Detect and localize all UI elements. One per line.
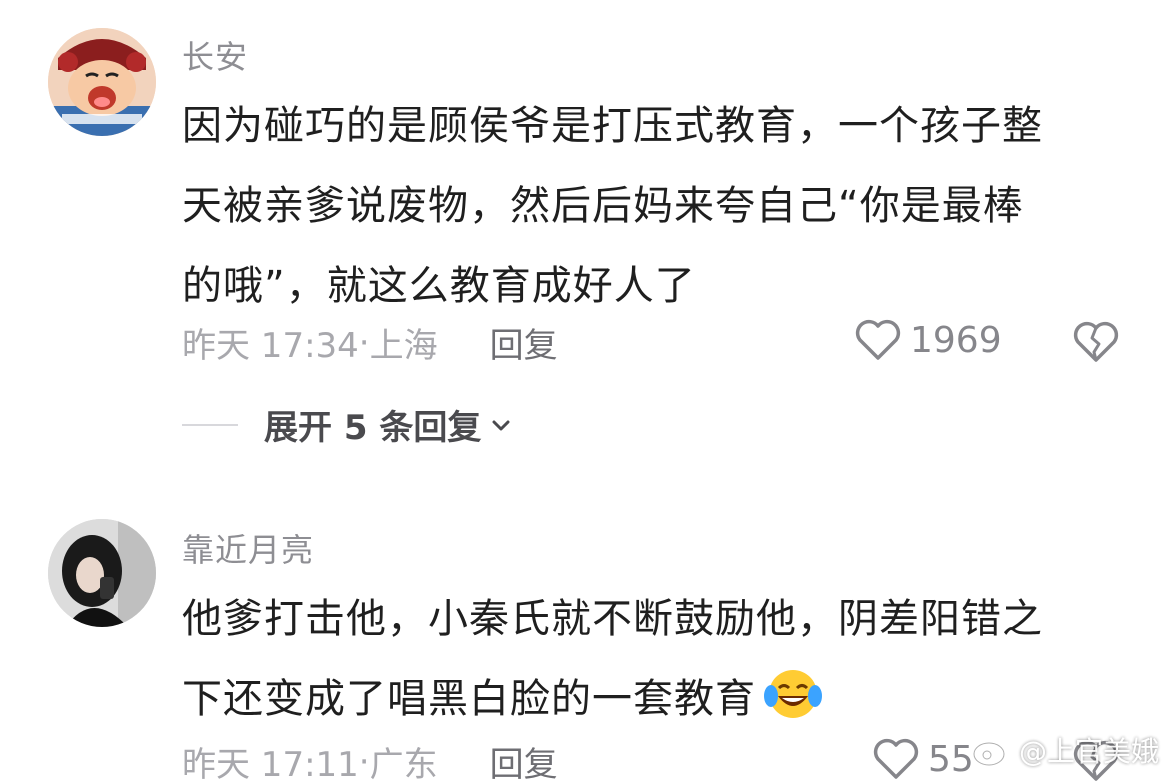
comment-meta: 昨天 17:34 · 上海 回复 [182, 318, 558, 367]
comment-username[interactable]: 长安 [182, 32, 248, 78]
comment-location: 广东 [369, 745, 438, 784]
expand-replies-label: 展开 5 条回复 [264, 408, 482, 448]
heart-outline-icon [855, 319, 901, 360]
comment-time: 昨天 17:11 [182, 745, 359, 784]
comment-text-line: 他爹打击他，小秦氏就不断鼓励他，阴差阳错之 [182, 596, 1043, 642]
reply-button[interactable]: 回复 [490, 737, 558, 784]
cartoon-avatar-icon [48, 28, 156, 136]
comment-text-line: 的哦”，就这么教育成好人了 [182, 263, 696, 309]
comment-text-line: 下还变成了唱黑白脸的一套教育 [182, 659, 1122, 739]
divider-line [182, 423, 238, 426]
meta-separator: · [358, 322, 370, 363]
comment-location: 上海 [369, 326, 438, 366]
comment-meta: 昨天 17:11 · 广东 回复 [182, 737, 558, 784]
watermark: @上官美娥 [971, 730, 1159, 770]
comment-text-line: 天被亲爹说废物，然后后妈来夸自己“你是最棒 [182, 183, 1024, 229]
avatar[interactable] [48, 28, 156, 136]
watermark-text: @上官美娥 [1018, 735, 1159, 768]
like-count: 55 [928, 738, 974, 780]
chevron-down-icon [492, 420, 510, 430]
comment-text-line: 因为碰巧的是顾侯爷是打压式教育，一个孩子整 [182, 103, 1043, 149]
meta-separator: · [358, 741, 370, 782]
comment-text: 他爹打击他，小秦氏就不断鼓励他，阴差阳错之 下还变成了唱黑白脸的一套教育 [182, 579, 1122, 739]
comment-username[interactable]: 靠近月亮 [182, 525, 314, 571]
broken-heart-icon[interactable] [1072, 320, 1120, 364]
comment-text: 因为碰巧的是顾侯爷是打压式教育，一个孩子整 天被亲爹说废物，然后后妈来夸自己“你… [182, 86, 1122, 326]
comment-text-segment: 下还变成了唱黑白脸的一套教育 [182, 676, 756, 722]
like-count: 1969 [910, 319, 1002, 361]
heart-outline-icon [873, 738, 919, 779]
expand-replies-button[interactable]: 展开 5 条回复 [182, 400, 513, 449]
like-button[interactable]: 55 [872, 737, 974, 781]
reply-button[interactable]: 回复 [490, 318, 558, 367]
comment-time: 昨天 17:34 [182, 326, 359, 366]
avatar[interactable] [48, 519, 156, 627]
tears-of-joy-emoji [764, 670, 822, 718]
like-button[interactable]: 1969 [854, 318, 1002, 362]
weibo-logo-icon [972, 736, 1013, 767]
photo-avatar-icon [48, 519, 156, 627]
